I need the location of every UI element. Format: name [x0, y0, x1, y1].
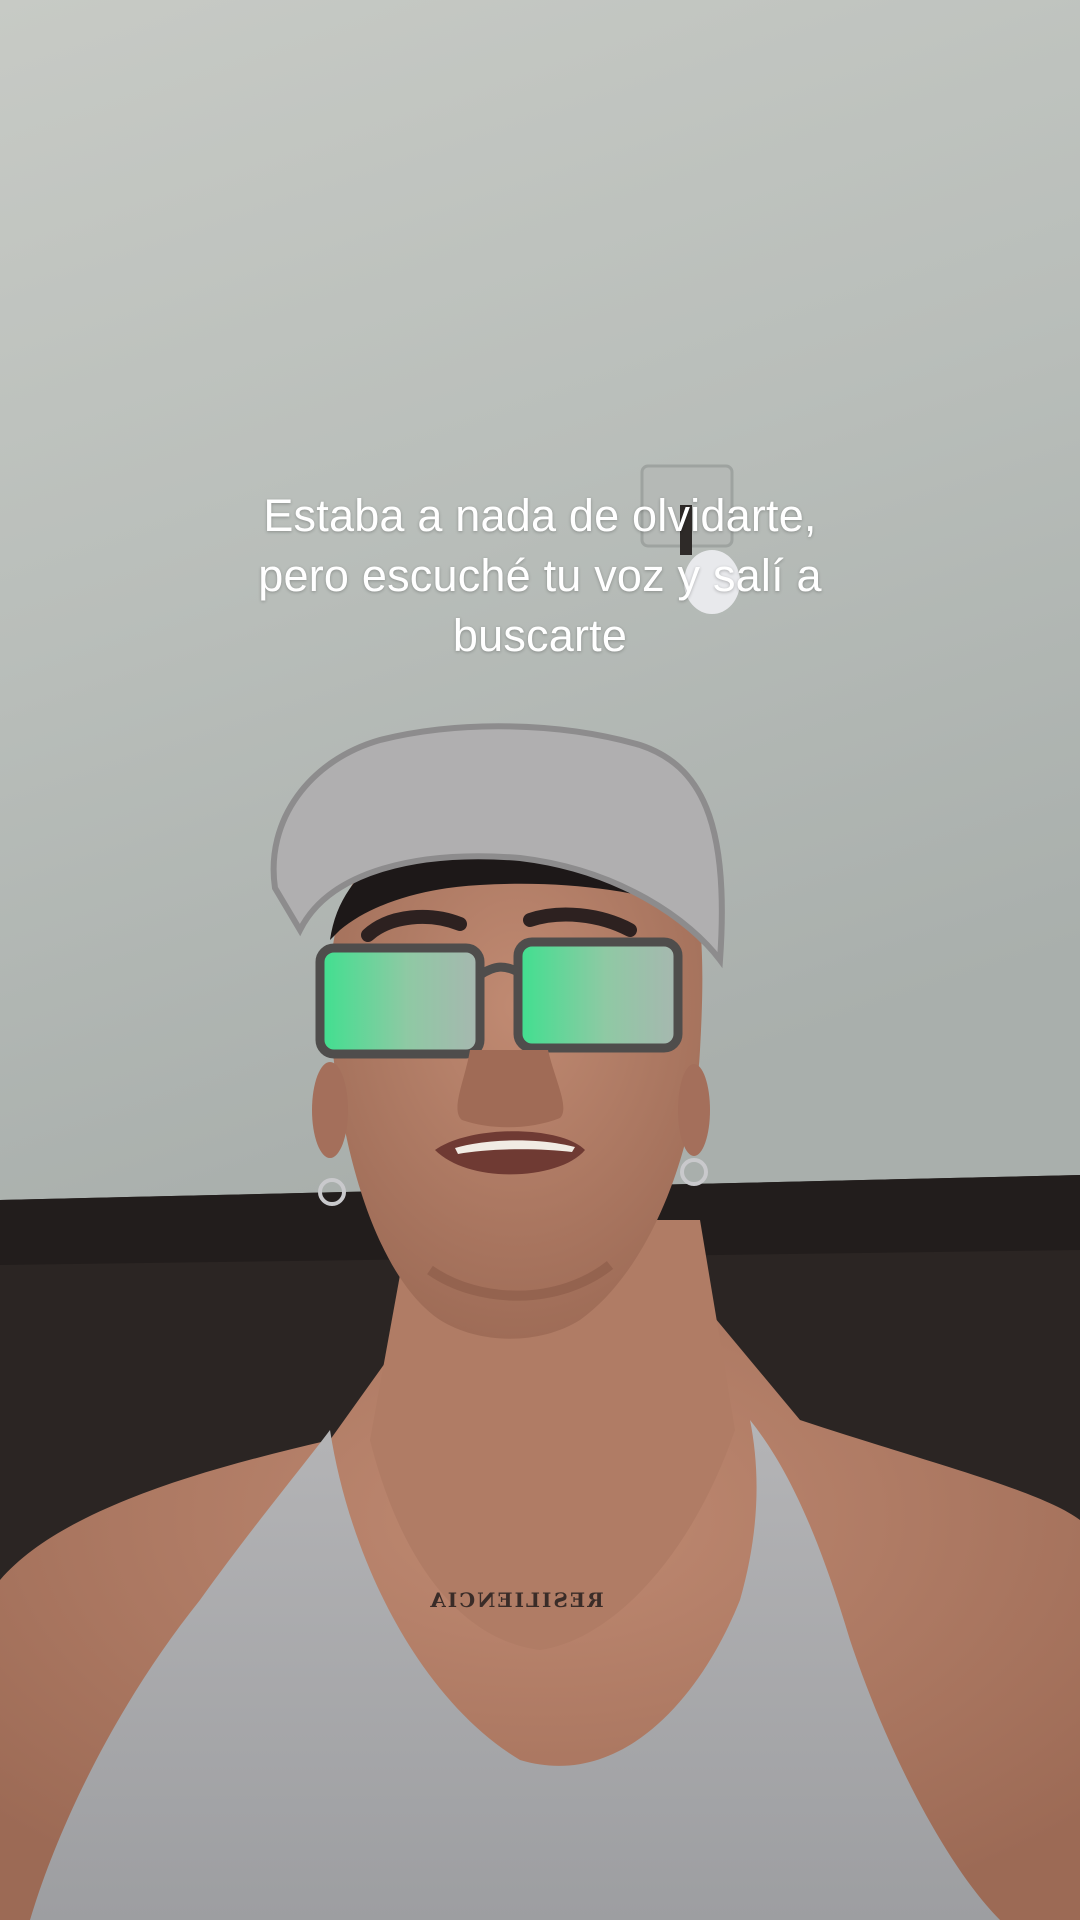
video-caption: Estaba a nada de olvidarte, pero escuché…: [190, 486, 890, 666]
caption-line-3: buscarte: [452, 610, 628, 661]
video-frame: RESILIENCIA Estaba a nada de olvidarte,: [0, 0, 1080, 1920]
chest-tattoo: RESILIENCIA: [428, 1588, 603, 1612]
video-scene: RESILIENCIA: [0, 0, 1080, 1920]
caption-line-1: Estaba a nada de olvidarte,: [263, 490, 817, 541]
caption-line-2: pero escuché tu voz y salí a: [258, 550, 822, 601]
